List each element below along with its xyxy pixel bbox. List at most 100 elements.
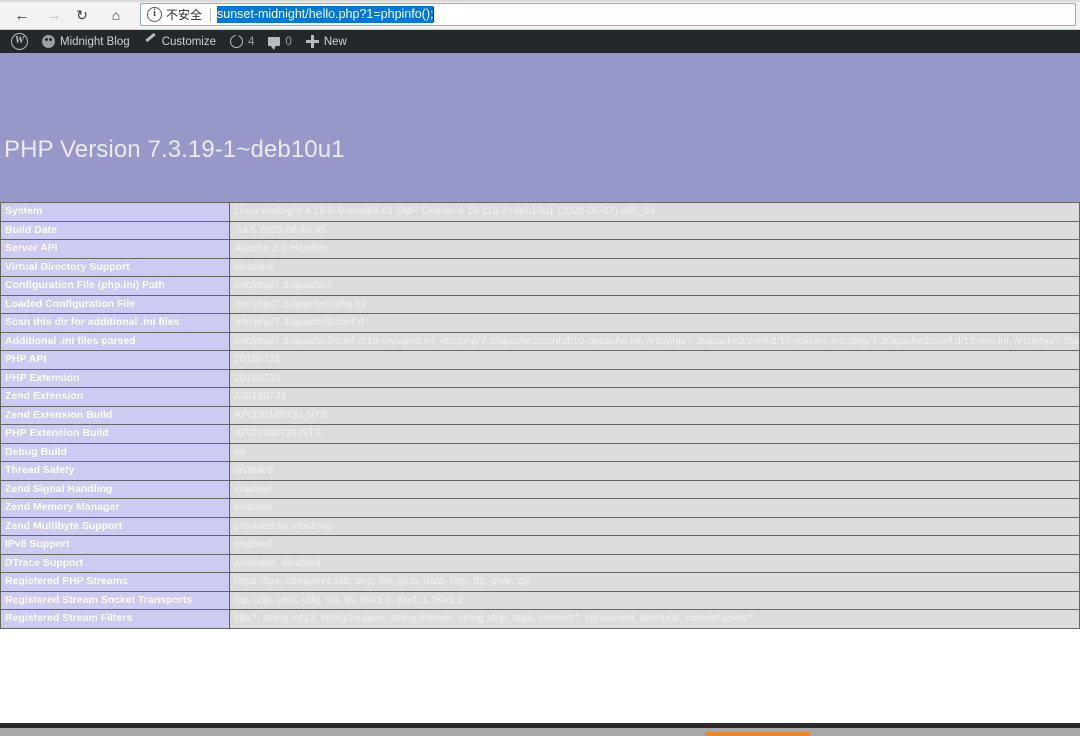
table-row: Debug Build no [0,442,1080,462]
info-label-cell: Additional .ini files parsed [0,331,230,351]
info-value-cell: 20180731 [229,350,1080,370]
browser-tabstrip-edge [0,0,1080,2]
info-label-cell: Configuration File (php.ini) Path [0,276,230,296]
info-label-cell: DTrace Support [0,553,230,573]
info-value-cell: /etc/php/7.3/apache2 [229,276,1080,296]
info-label-cell: Virtual Directory Support [0,257,230,277]
site-security-indicator[interactable]: i 不安全 [145,6,206,23]
info-value-cell: 20180731 [229,368,1080,388]
info-value-cell: enabled [229,535,1080,555]
table-row: Scan this dir for additional .ini files /… [0,313,1080,333]
info-value-cell: zlib.*, string.rot13, string.toupper, st… [229,609,1080,629]
adminbar-site-name[interactable]: Midnight Blog [35,30,137,53]
table-row: Virtual Directory Support disabled [0,257,1080,277]
paintbrush-icon [144,35,157,48]
table-row: DTrace Support available, disabled [0,553,1080,573]
info-label-cell: System [0,202,230,222]
taskbar-active-window-indicator[interactable] [705,732,810,736]
comments-count: 0 [285,35,292,48]
info-value-cell: enabled [229,498,1080,518]
table-row: Registered Stream Filters zlib.*, string.… [0,609,1080,629]
back-arrow-icon: ← [14,6,30,24]
reload-icon: ↻ [76,7,88,23]
phpinfo-core-table: System Linux midnight 4.19.0-9-amd64 #1 S… [0,202,1080,629]
info-label-cell: Debug Build [0,442,230,462]
info-label-cell: Thread Safety [0,461,230,481]
info-value-cell: provided by mbstring [229,516,1080,536]
table-row: Registered PHP Streams https, ftps, compr… [0,572,1080,592]
address-bar-divider [210,7,212,22]
info-value-cell: available, disabled [229,553,1080,573]
wordpress-admin-bar: W Midnight Blog Customize 4 0 New [0,30,1080,53]
table-row: Zend Multibyte Support provided by mbstri… [0,516,1080,536]
info-label-cell: Registered Stream Filters [0,609,230,629]
back-button[interactable]: ← [10,3,34,27]
table-row: Zend Memory Manager enabled [0,498,1080,518]
info-label-cell: Server API [0,239,230,259]
info-value-cell: https, ftps, compress.zlib, php, file, g… [229,572,1080,592]
adminbar-updates[interactable]: 4 [223,30,261,53]
table-row: PHP API 20180731 [0,350,1080,370]
table-row: Registered Stream Socket Transports tcp, … [0,590,1080,610]
table-row: Server API Apache 2.0 Handler [0,239,1080,259]
forward-button[interactable]: → [42,3,66,27]
info-label-cell: Zend Extension Build [0,405,230,425]
info-label-cell: Zend Memory Manager [0,498,230,518]
adminbar-customize[interactable]: Customize [137,30,223,53]
info-label-cell: Zend Extension [0,387,230,407]
page-title: PHP Version 7.3.19-1~deb10u1 [4,135,345,163]
info-value-cell: enabled [229,479,1080,499]
url-input[interactable]: sunset-midnight/hello.php?1=phpinfo(); [217,6,434,23]
table-row: Loaded Configuration File/etc/php/7.3/ap… [0,294,1080,314]
table-row: Zend Signal Handling enabled [0,479,1080,499]
table-row: System Linux midnight 4.19.0-9-amd64 #1 S… [0,202,1080,222]
info-value-cell: Apache 2.0 Handler [229,239,1080,259]
table-row: Additional .ini files parsed/etc/php/7.3… [0,331,1080,351]
info-label-cell: IPv6 Support [0,535,230,555]
site-name-label: Midnight Blog [60,35,130,48]
taskbar-edge [0,723,1080,728]
info-value-cell: 320180731 [229,387,1080,407]
info-value-cell: no [229,442,1080,462]
table-row: Zend Extension Build API320180731,NTS [0,405,1080,425]
info-value-cell: /etc/php/7.3/apache2/php.ini [229,294,1080,314]
security-status-label: 不安全 [166,8,203,22]
browser-chrome: ← → ↻ ⌂ i 不安全 sunset-midnight/hello.php?… [0,0,1080,30]
customize-label: Customize [161,35,217,48]
info-label-cell: Build Date [0,220,230,240]
info-value-cell: API320180731,NTS [229,405,1080,425]
info-label-cell: PHP API [0,350,230,370]
table-row: PHP Extension 20180731 [0,368,1080,388]
desktop-taskbar [0,723,1080,736]
comment-bubble-icon [268,37,281,50]
info-value-cell: disabled [229,257,1080,277]
table-row: Configuration File (php.ini) Path/etc/ph… [0,276,1080,296]
home-dashboard-icon [42,35,55,48]
table-row: Zend Extension 320180731 [0,387,1080,407]
address-bar[interactable]: i 不安全 sunset-midnight/hello.php?1=phpinf… [140,3,1076,26]
info-label-cell: PHP Extension Build [0,424,230,444]
adminbar-comments[interactable]: 0 [261,30,298,53]
info-value-cell: tcp, udp, unix, udg, ssl, tls, tlsv1.0, … [229,590,1080,610]
info-label-cell: Registered PHP Streams [0,572,230,592]
reload-button[interactable]: ↻ [70,3,94,27]
table-row: PHP Extension Build API20180731,NTS [0,424,1080,444]
update-arrows-icon [230,34,244,48]
table-row: Build Date Jul 5 2020 06:46:45 [0,220,1080,240]
home-button[interactable]: ⌂ [104,3,128,27]
info-label-cell: Loaded Configuration File [0,294,230,314]
phpinfo-page: PHP Version 7.3.19-1~deb10u1 System Linux… [0,53,1080,723]
updates-count: 4 [248,35,255,48]
table-row: Thread Safety disabled [0,461,1080,481]
info-value-cell: disabled [229,461,1080,481]
info-label-cell: Registered Stream Socket Transports [0,590,230,610]
info-label-cell: Zend Multibyte Support [0,516,230,536]
info-value-cell: Jul 5 2020 06:46:45 [229,220,1080,240]
info-label-cell: PHP Extension [0,368,230,388]
info-value-cell: /etc/php/7.3/apache2/conf.d/10-mysqlnd.i… [229,331,1080,351]
info-circle-icon: i [147,7,162,22]
info-label-cell: Scan this dir for additional .ini files [0,313,230,333]
adminbar-new-content[interactable]: New [299,30,354,53]
adminbar-wp-logo[interactable]: W [4,30,35,53]
info-value-cell: /etc/php/7.3/apache2/conf.d [229,313,1080,333]
